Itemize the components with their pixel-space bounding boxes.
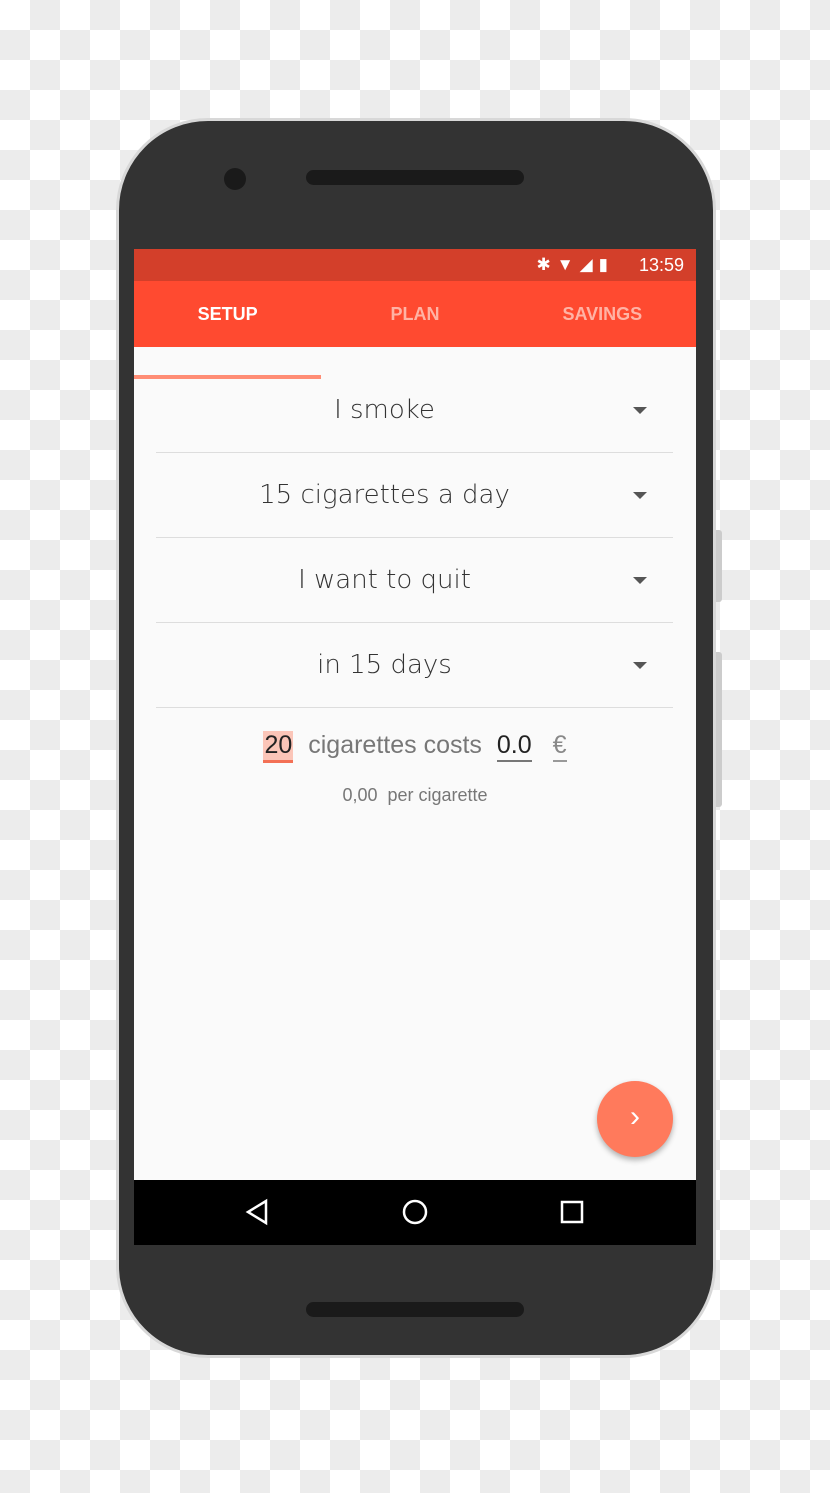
status-time: 13:59 [638,255,684,275]
power-button [716,652,722,807]
dropdown-arrow-icon [633,662,647,669]
tab-bar: SETUP PLAN SAVINGS [134,281,696,379]
cigarettes-per-day-dropdown[interactable]: 15 cigarettes a day [156,453,673,538]
bluetooth-icon: ✱ [536,255,557,274]
dropdown-arrow-icon [633,492,647,499]
per-cigarette-label: per cigarette [387,785,488,805]
bottom-speaker [306,1302,524,1317]
dropdown-value: in 15 days [317,650,452,680]
dropdown-value: I smoke [334,395,435,425]
status-icons: ✱▼◢▮ [536,255,614,275]
front-camera [224,168,246,190]
goal-dropdown[interactable]: I want to quit [156,538,673,623]
per-cigarette-value: 0,00 [342,785,378,805]
tab-savings[interactable]: SAVINGS [509,281,696,347]
wifi-icon: ▼ [556,255,580,274]
volume-button [716,530,722,602]
signal-icon: ◢ [579,255,599,274]
status-bar: ✱▼◢▮ 13:59 [134,249,696,281]
cost-label: cigarettes costs [308,731,482,759]
recents-icon[interactable] [560,1198,584,1226]
screen: ✱▼◢▮ 13:59 SETUP PLAN SAVINGS I smoke 15… [134,249,696,1245]
per-cigarette-line: 0,00 per cigarette [134,785,696,806]
dropdown-arrow-icon [633,577,647,584]
battery-icon: ▮ [598,255,614,274]
chevron-right-icon: › [630,1100,640,1133]
dropdown-value: 15 cigarettes a day [259,480,510,510]
timeframe-dropdown[interactable]: in 15 days [156,623,673,708]
back-icon[interactable] [244,1198,270,1226]
home-icon[interactable] [401,1198,429,1226]
dropdown-value: I want to quit [298,565,471,595]
next-button[interactable]: › [597,1081,673,1157]
pack-count-input[interactable]: 20 [263,731,294,763]
price-input[interactable]: 0.0 [496,731,532,762]
currency-select[interactable]: € [552,731,567,762]
navigation-bar [134,1180,696,1245]
cost-line: 20 cigarettes costs 0.0 € [134,731,696,763]
dropdown-arrow-icon [633,407,647,414]
earpiece-speaker [306,170,524,185]
tab-setup[interactable]: SETUP [134,281,321,347]
tab-plan[interactable]: PLAN [321,281,508,347]
smoke-dropdown[interactable]: I smoke [156,368,673,453]
